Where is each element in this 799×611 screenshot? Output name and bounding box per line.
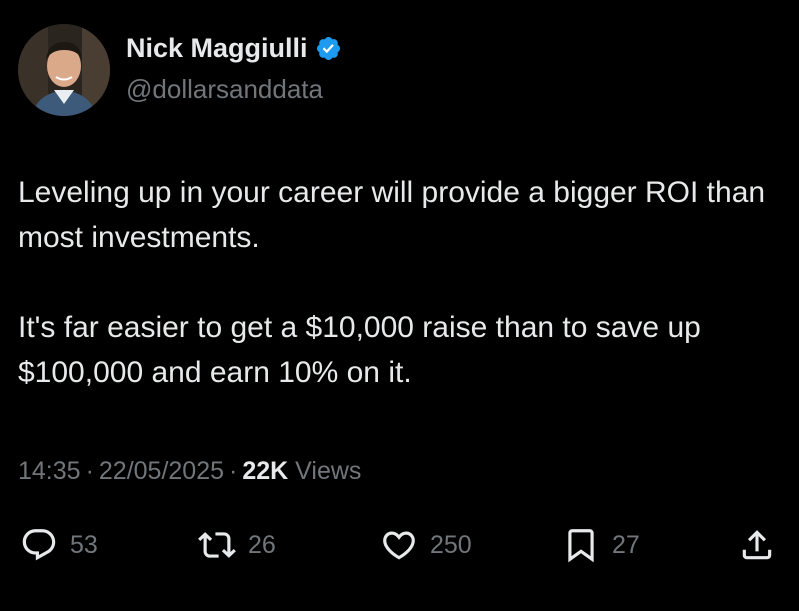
retweet-button[interactable]: 26: [198, 522, 276, 568]
like-button[interactable]: 250: [380, 522, 472, 568]
tweet-metadata: 14:35 · 22/05/2025 · 22K Views: [18, 457, 361, 486]
reply-icon: [22, 529, 56, 561]
share-icon: [742, 530, 772, 560]
reply-button[interactable]: 53: [20, 522, 98, 568]
avatar-photo: [18, 24, 110, 116]
tweet-text: Leveling up in your career will provide …: [18, 170, 783, 395]
avatar[interactable]: [18, 24, 110, 116]
separator-dot: ·: [229, 457, 238, 485]
author-handle[interactable]: @dollarsanddata: [126, 74, 323, 105]
tweet-paragraph: It's far easier to get a $10,000 raise t…: [18, 311, 701, 389]
tweet-time[interactable]: 14:35: [18, 457, 81, 485]
share-button[interactable]: [738, 522, 776, 568]
views-count[interactable]: 22K: [242, 457, 288, 485]
heart-icon: [383, 531, 415, 560]
author-name[interactable]: Nick Maggiulli: [126, 33, 308, 64]
views-label: Views: [295, 457, 362, 485]
reply-count: 53: [70, 530, 98, 559]
verified-badge-icon: [316, 36, 340, 61]
bookmark-icon: [568, 529, 594, 563]
retweet-icon: [198, 532, 236, 558]
like-count: 250: [430, 530, 472, 559]
retweet-count: 26: [248, 530, 276, 559]
bookmark-count: 27: [612, 530, 640, 559]
bookmark-button[interactable]: 27: [562, 522, 640, 568]
author-name-row[interactable]: Nick Maggiulli: [126, 33, 342, 64]
tweet-paragraph: Leveling up in your career will provide …: [18, 176, 766, 254]
action-bar: 53 26 250 27: [0, 522, 799, 568]
separator-dot: ·: [85, 457, 94, 485]
tweet-date[interactable]: 22/05/2025: [99, 457, 224, 485]
